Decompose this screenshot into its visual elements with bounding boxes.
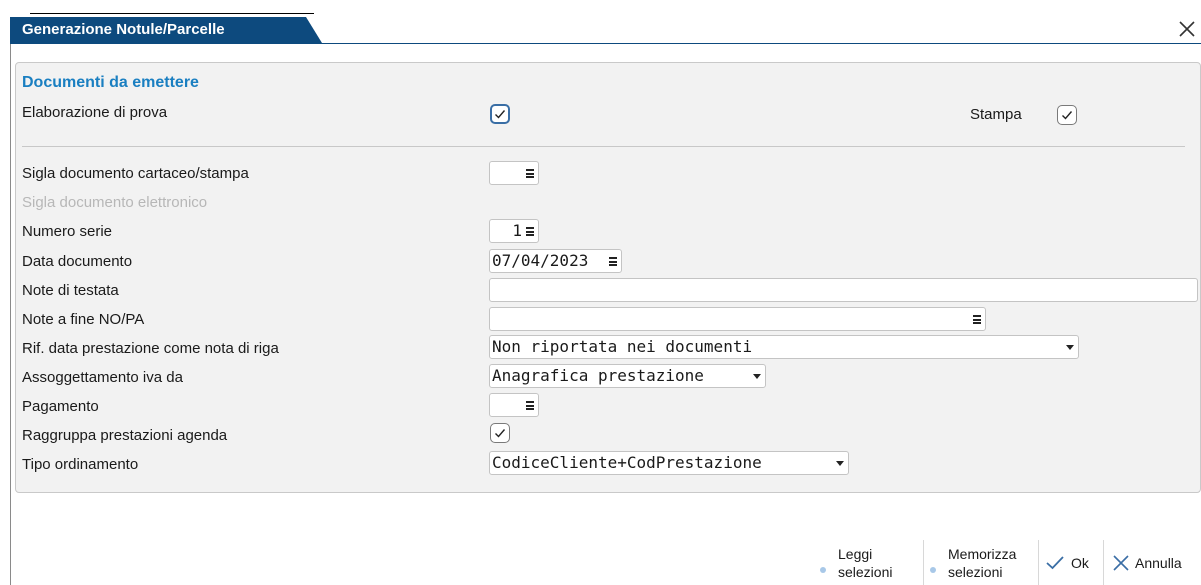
assoggettamento-select[interactable]: Anagrafica prestazione bbox=[489, 364, 766, 388]
dot-icon bbox=[930, 566, 936, 573]
raggruppa-label: Raggruppa prestazioni agenda bbox=[22, 427, 228, 444]
footer-divider bbox=[1038, 540, 1039, 585]
memorizza-selezioni-button[interactable]: Memorizza selezioni bbox=[930, 540, 1035, 585]
section-divider bbox=[22, 146, 1185, 147]
section-title: Documenti da emettere bbox=[22, 74, 199, 91]
top-rule bbox=[30, 13, 314, 14]
caret-down-icon bbox=[1066, 345, 1074, 350]
caret-down-icon bbox=[753, 374, 761, 379]
window-border bbox=[10, 17, 11, 585]
check-icon bbox=[495, 429, 506, 438]
caret-down-icon bbox=[836, 461, 844, 466]
tipo-ordinamento-label: Tipo ordinamento bbox=[22, 456, 139, 473]
check-icon bbox=[1062, 111, 1073, 120]
assoggettamento-label: Assoggettamento iva da bbox=[22, 369, 183, 386]
menu-icon[interactable] bbox=[609, 257, 617, 266]
elaborazione-label: Elaborazione di prova bbox=[22, 104, 168, 121]
window-title: Generazione Notule/Parcelle bbox=[10, 17, 322, 43]
ok-button[interactable]: Ok bbox=[1045, 540, 1100, 585]
data-documento-field[interactable]: 07/04/2023 bbox=[489, 249, 622, 273]
data-documento-label: Data documento bbox=[22, 253, 133, 270]
dot-icon bbox=[820, 566, 826, 573]
titlebar: Generazione Notule/Parcelle bbox=[10, 17, 1201, 45]
note-testata-field[interactable] bbox=[489, 278, 1198, 302]
rif-data-label: Rif. data prestazione come nota di riga bbox=[22, 340, 279, 357]
raggruppa-checkbox[interactable] bbox=[490, 423, 510, 443]
checkmark-icon bbox=[1046, 555, 1064, 569]
stampa-label: Stampa bbox=[970, 106, 1022, 123]
menu-icon[interactable] bbox=[973, 315, 981, 324]
numero-serie-label: Numero serie bbox=[22, 223, 113, 240]
elaborazione-checkbox[interactable] bbox=[490, 104, 510, 124]
menu-icon[interactable] bbox=[526, 169, 534, 178]
note-fine-field[interactable] bbox=[489, 307, 986, 331]
footer-divider bbox=[1103, 540, 1104, 585]
sigla-elettronico-label: Sigla documento elettronico bbox=[22, 194, 208, 211]
sigla-cartaceo-label: Sigla documento cartaceo/stampa bbox=[22, 165, 249, 182]
check-icon bbox=[495, 110, 506, 119]
stampa-checkbox[interactable] bbox=[1057, 105, 1077, 125]
sigla-cartaceo-field[interactable] bbox=[489, 161, 539, 185]
note-fine-label: Note a fine NO/PA bbox=[22, 311, 145, 328]
titlebar-underline bbox=[10, 43, 1201, 44]
annulla-button[interactable]: Annulla bbox=[1112, 540, 1201, 585]
tipo-ordinamento-select[interactable]: CodiceCliente+CodPrestazione bbox=[489, 451, 849, 475]
rif-data-select[interactable]: Non riportata nei documenti bbox=[489, 335, 1079, 359]
pagamento-label: Pagamento bbox=[22, 398, 99, 415]
close-icon[interactable] bbox=[1177, 19, 1197, 39]
menu-icon[interactable] bbox=[526, 227, 534, 236]
footer-divider bbox=[923, 540, 924, 585]
leggi-selezioni-button[interactable]: Leggi selezioni bbox=[820, 540, 920, 585]
numero-serie-field[interactable]: 1 bbox=[489, 219, 539, 243]
pagamento-field[interactable] bbox=[489, 393, 539, 417]
x-icon bbox=[1113, 554, 1129, 571]
menu-icon[interactable] bbox=[526, 401, 534, 410]
note-testata-label: Note di testata bbox=[22, 282, 119, 299]
